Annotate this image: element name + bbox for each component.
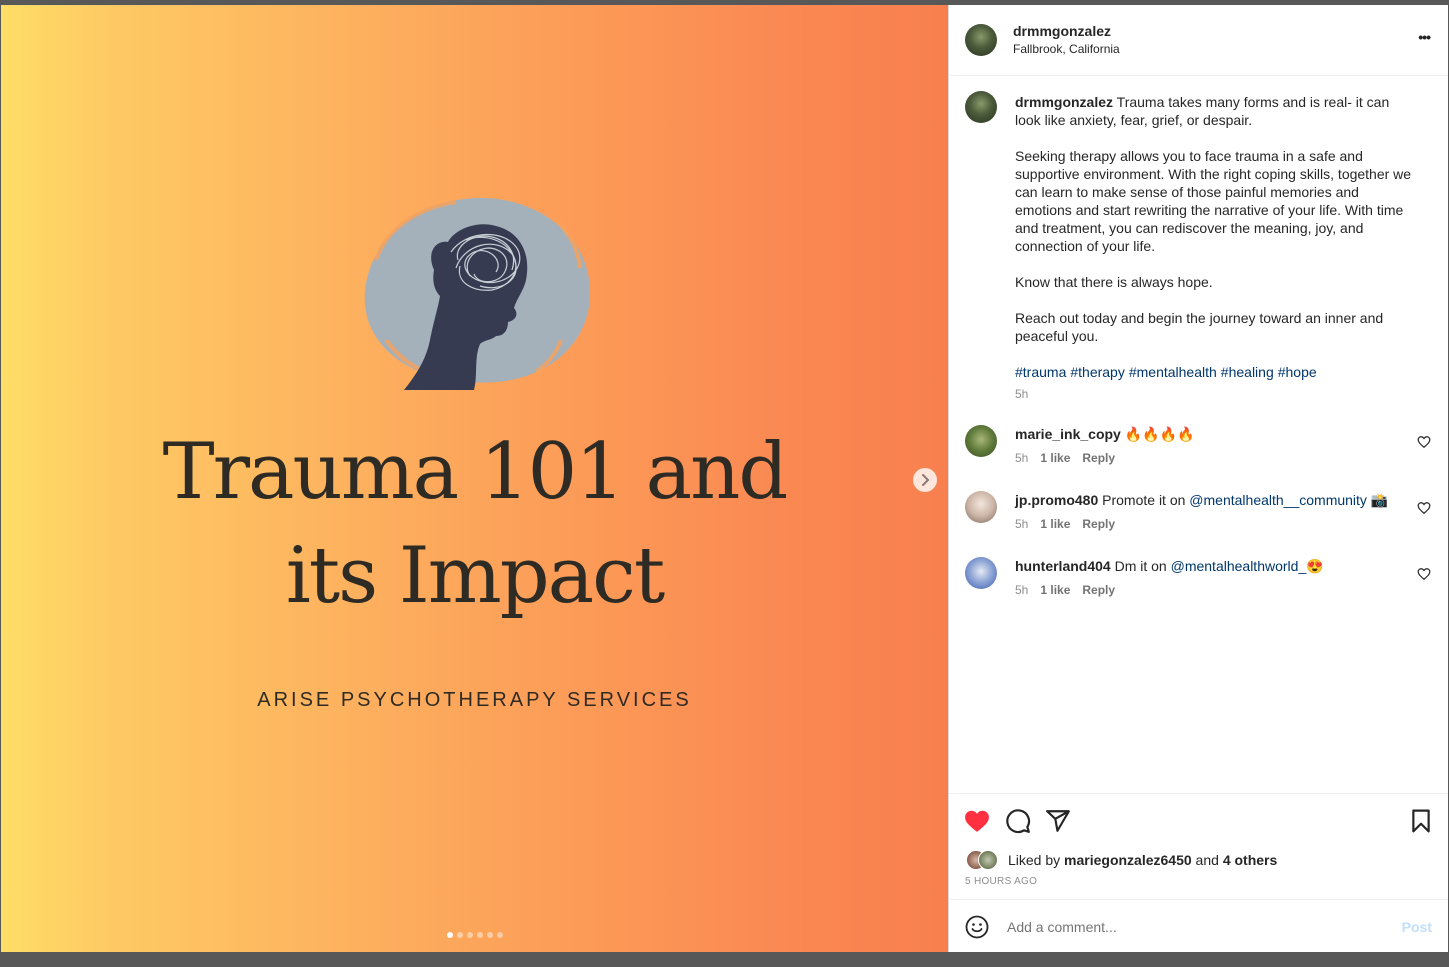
hashtag[interactable]: #hope xyxy=(1278,364,1317,380)
post-image: Trauma 101 and its Impact ARISE PSYCHOTH… xyxy=(1,5,948,952)
hashtags: #trauma #therapy #mentalhealth #healing #hop… xyxy=(1015,363,1415,381)
comment-likes[interactable]: 1 like xyxy=(1040,583,1070,597)
action-bar: Liked by mariegonzalez6450 and 4 others … xyxy=(949,793,1448,906)
reply-button[interactable]: Reply xyxy=(1082,583,1115,597)
comment-time[interactable]: 5h xyxy=(1015,451,1028,465)
caption-para2: Seeking therapy allows you to face traum… xyxy=(1015,148,1412,254)
carousel-dot xyxy=(476,932,483,938)
comment-text: 🔥🔥🔥🔥 xyxy=(1124,426,1195,442)
post-timestamp[interactable]: 5 HOURS AGO xyxy=(965,876,1037,887)
head-illustration xyxy=(364,197,591,390)
carousel-dot xyxy=(486,932,493,938)
hashtag[interactable]: #mentalhealth xyxy=(1129,364,1217,380)
avatar[interactable] xyxy=(965,425,997,457)
avatar[interactable] xyxy=(965,491,997,523)
bookmark-icon[interactable] xyxy=(1410,809,1432,833)
add-comment-bar: Post xyxy=(949,899,1448,953)
caption-para3: Know that there is always hope. xyxy=(1015,274,1213,290)
avatar xyxy=(978,850,998,870)
comment-username[interactable]: hunterland404 xyxy=(1015,558,1111,574)
comment-body: hunterland404 Dm it on @mentalhealthworl… xyxy=(1015,557,1324,575)
caption-time[interactable]: 5h xyxy=(1015,385,1415,403)
header-location[interactable]: Fallbrook, California xyxy=(1013,42,1120,56)
comment-body: jp.promo480 Promote it on @mentalhealth_… xyxy=(1015,491,1388,509)
caption-username[interactable]: drmmgonzalez xyxy=(1015,94,1113,110)
comment-mention[interactable]: @mentalhealth__community xyxy=(1189,492,1367,508)
post-dialog: Trauma 101 and its Impact ARISE PSYCHOTH… xyxy=(1,5,1448,952)
hashtag[interactable]: #therapy xyxy=(1070,364,1124,380)
caption-avatar[interactable] xyxy=(965,91,997,123)
comment-likes[interactable]: 1 like xyxy=(1040,451,1070,465)
post-sidebar: drmmgonzalez Fallbrook, California ••• d… xyxy=(948,5,1448,952)
avatar[interactable] xyxy=(965,24,997,56)
carousel-dot xyxy=(446,932,453,938)
comment-time[interactable]: 5h xyxy=(1015,583,1028,597)
comment-meta: 5h 1 like Reply xyxy=(1015,517,1115,531)
emoji-icon[interactable] xyxy=(965,915,989,939)
heart-outline-icon[interactable] xyxy=(1417,501,1431,515)
share-icon[interactable] xyxy=(1045,809,1071,833)
comment-meta: 5h 1 like Reply xyxy=(1015,451,1115,465)
hashtag[interactable]: #trauma xyxy=(1015,364,1066,380)
comment-username[interactable]: jp.promo480 xyxy=(1015,492,1098,508)
image-title-line2: its Impact xyxy=(285,531,665,621)
hashtag[interactable]: #healing xyxy=(1221,364,1274,380)
post-header: drmmgonzalez Fallbrook, California ••• xyxy=(949,5,1448,76)
heart-outline-icon[interactable] xyxy=(1417,435,1431,449)
post-comment-button[interactable]: Post xyxy=(1402,919,1432,935)
next-slide-button[interactable] xyxy=(913,468,937,492)
liked-by-avatars[interactable] xyxy=(966,850,1006,870)
comment: hunterland404 Dm it on @mentalhealthworl… xyxy=(965,557,1435,613)
more-options-button[interactable]: ••• xyxy=(1418,29,1431,45)
comment-mention[interactable]: @mentalhealthworld_ xyxy=(1171,558,1307,574)
image-title: Trauma 101 and its Impact xyxy=(1,420,948,628)
heart-outline-icon[interactable] xyxy=(1417,567,1431,581)
like-filled-icon[interactable] xyxy=(964,809,990,833)
comment-text: Promote it on xyxy=(1102,492,1190,508)
carousel-dots xyxy=(1,931,948,938)
comment-meta: 5h 1 like Reply xyxy=(1015,583,1115,597)
reply-button[interactable]: Reply xyxy=(1082,451,1115,465)
carousel-dot xyxy=(496,932,503,938)
avatar[interactable] xyxy=(965,557,997,589)
image-subtitle: ARISE PSYCHOTHERAPY SERVICES xyxy=(257,689,692,711)
caption-first: drmmgonzalez Trauma takes many forms and… xyxy=(1015,93,1415,129)
comment-icon[interactable] xyxy=(1005,808,1031,834)
comment-text: Dm it on xyxy=(1114,558,1171,574)
liked-by-others[interactable]: 4 others xyxy=(1223,852,1277,868)
image-title-line1: Trauma 101 and xyxy=(162,427,789,517)
caption-para4: Reach out today and begin the journey to… xyxy=(1015,310,1384,344)
comment-username[interactable]: marie_ink_copy xyxy=(1015,426,1121,442)
comment-body: marie_ink_copy 🔥🔥🔥🔥 xyxy=(1015,425,1194,443)
comment-suffix: 📸 xyxy=(1366,492,1389,508)
comment-input[interactable] xyxy=(1005,914,1379,940)
chevron-right-icon xyxy=(922,474,930,486)
liked-by: Liked by mariegonzalez6450 and 4 others xyxy=(1008,852,1277,868)
comment-suffix: 😍 xyxy=(1306,558,1324,574)
liked-by-prefix: Liked by xyxy=(1008,852,1065,868)
liked-by-user[interactable]: mariegonzalez6450 xyxy=(1064,852,1192,868)
header-username[interactable]: drmmgonzalez xyxy=(1013,23,1111,39)
liked-by-middle: and xyxy=(1191,852,1223,868)
comment: jp.promo480 Promote it on @mentalhealth_… xyxy=(965,491,1435,547)
comment: marie_ink_copy 🔥🔥🔥🔥 5h 1 like Reply xyxy=(965,425,1435,481)
carousel-dot xyxy=(466,932,473,938)
carousel-dot xyxy=(456,932,463,938)
comment-likes[interactable]: 1 like xyxy=(1040,517,1070,531)
reply-button[interactable]: Reply xyxy=(1082,517,1115,531)
caption: drmmgonzalez Trauma takes many forms and… xyxy=(1015,93,1415,403)
comment-time[interactable]: 5h xyxy=(1015,517,1028,531)
